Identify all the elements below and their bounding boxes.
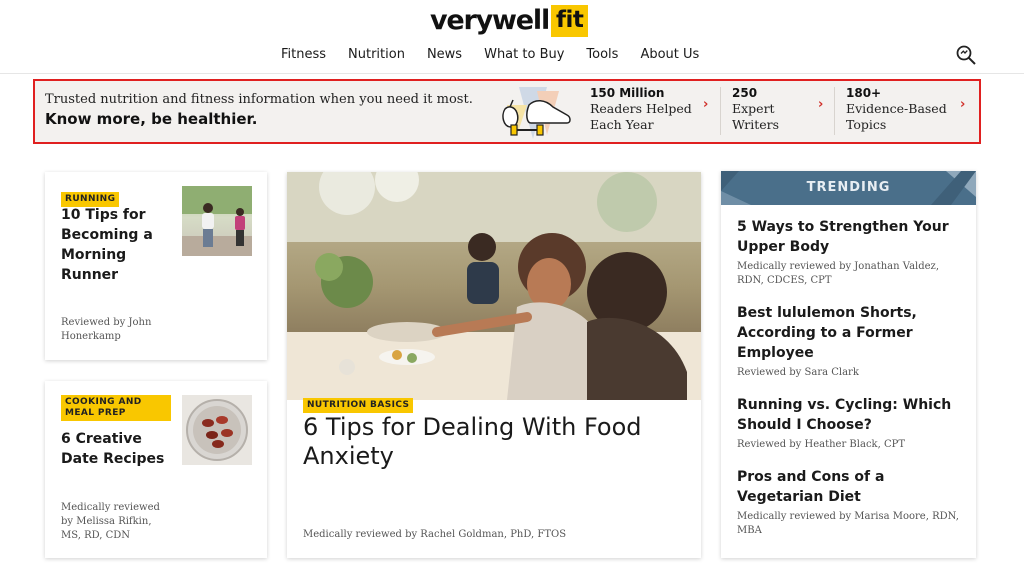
- runners-image-icon: [182, 186, 252, 256]
- stat-writers-line2: Writers: [732, 116, 780, 132]
- trending-header: TRENDING: [721, 171, 976, 205]
- meta-line: RDN, CDCES, CPT: [737, 275, 832, 286]
- chevron-right-icon[interactable]: ›: [960, 97, 965, 112]
- trending-item[interactable]: Running vs. Cycling: Which Should I Choo…: [737, 395, 967, 452]
- title-line: Running vs. Cycling: Which: [737, 397, 952, 413]
- trending-item-reviewer: Reviewed by Heather Black, CPT: [737, 438, 967, 452]
- trending-item-reviewer: Reviewed by Sara Clark: [737, 366, 967, 380]
- meta-line: Reviewed by Heather Black, CPT: [737, 439, 906, 450]
- title-line: Anxiety: [303, 442, 394, 470]
- trending-panel: TRENDING 5 Ways to Strengthen Your Upper…: [721, 171, 976, 558]
- stat-topics-number: 180+: [846, 86, 882, 100]
- title-line: Date Recipes: [61, 451, 165, 467]
- dates-image-icon: [186, 399, 248, 461]
- category-tag[interactable]: NUTRITION BASICS: [303, 398, 414, 413]
- banner-headline: Know more, be healthier.: [45, 110, 258, 128]
- title-line: Upper Body: [737, 239, 830, 255]
- site-logo[interactable]: verywell fit: [430, 4, 589, 38]
- trending-item[interactable]: Best lululemon Shorts, According to a Fo…: [737, 303, 967, 380]
- title-line: Runner: [61, 267, 119, 283]
- meta-line: Medically reviewed by Jonathan Valdez,: [737, 261, 939, 272]
- title-line: Best lululemon Shorts,: [737, 305, 917, 321]
- fitness-illustration-icon: [502, 87, 571, 139]
- article-thumbnail[interactable]: [182, 395, 252, 465]
- article-reviewer: Reviewed by John Honerkamp: [61, 316, 181, 344]
- banner-tagline: Trusted nutrition and fitness informatio…: [45, 92, 473, 107]
- stat-writers-line1: Expert: [732, 101, 775, 116]
- featured-article-title[interactable]: 6 Tips for Dealing With Food Anxiety: [303, 413, 683, 471]
- nav-item-news[interactable]: News: [416, 46, 473, 64]
- trending-item-reviewer: Medically reviewed by Marisa Moore, RDN,…: [737, 510, 967, 538]
- article-title[interactable]: 6 Creative Date Recipes: [61, 429, 176, 469]
- nav-item-tools[interactable]: Tools: [575, 46, 629, 64]
- stat-topics[interactable]: 180+ Evidence-Based Topics: [846, 86, 966, 136]
- meta-line: Reviewed by John: [61, 317, 152, 328]
- stat-readers-number: 150 Million: [590, 86, 665, 100]
- dinner-party-image-icon: [287, 172, 701, 400]
- meta-line: Medically reviewed by Marisa Moore, RDN,: [737, 511, 959, 522]
- featured-article-reviewer: Medically reviewed by Rachel Goldman, Ph…: [303, 529, 567, 540]
- featured-article-image[interactable]: [287, 172, 701, 400]
- title-line: 6 Creative: [61, 431, 142, 447]
- search-icon[interactable]: [955, 44, 977, 66]
- meta-line: MBA: [737, 525, 762, 536]
- meta-line: by Melissa Rifkin,: [61, 516, 152, 527]
- trending-item-reviewer: Medically reviewed by Jonathan Valdez, R…: [737, 260, 967, 288]
- site-header: verywell fit Fitness Nutrition News What…: [0, 0, 1024, 74]
- stat-divider: [834, 87, 835, 135]
- title-line: Should I Choose?: [737, 417, 872, 433]
- title-line: According to a Former: [737, 325, 913, 341]
- title-line: 6 Tips for Dealing With Food: [303, 413, 642, 441]
- meta-line: Reviewed by Sara Clark: [737, 367, 859, 378]
- stat-topics-line2: Topics: [846, 116, 887, 132]
- tag-line: COOKING AND: [65, 397, 142, 407]
- main-nav: Fitness Nutrition News What to Buy Tools…: [270, 46, 710, 64]
- meta-line: Honerkamp: [61, 331, 121, 342]
- trending-item[interactable]: 5 Ways to Strengthen Your Upper Body Med…: [737, 217, 967, 288]
- featured-article-card[interactable]: NUTRITION BASICS 6 Tips for Dealing With…: [287, 172, 701, 558]
- title-line: Morning: [61, 247, 127, 263]
- nav-item-nutrition[interactable]: Nutrition: [337, 46, 416, 64]
- trending-item-title: Best lululemon Shorts, According to a Fo…: [737, 303, 967, 363]
- stat-writers-number: 250: [732, 86, 758, 100]
- title-line: Becoming a: [61, 227, 153, 243]
- title-line: Vegetarian Diet: [737, 489, 861, 505]
- stat-readers-line1: Readers Helped: [590, 101, 692, 116]
- title-line: 5 Ways to Strengthen Your: [737, 219, 949, 235]
- title-line: Pros and Cons of a: [737, 469, 885, 485]
- meta-line: Medically reviewed: [61, 502, 160, 513]
- title-line: Employee: [737, 345, 814, 361]
- tag-line: MEAL PREP: [65, 408, 126, 418]
- category-tag[interactable]: COOKING AND MEAL PREP: [61, 395, 171, 421]
- nav-item-about-us[interactable]: About Us: [629, 46, 710, 64]
- stat-topics-line1: Evidence-Based: [846, 101, 947, 116]
- logo-fit-badge: fit: [551, 5, 589, 37]
- stat-readers[interactable]: 150 Million Readers Helped Each Year: [590, 86, 720, 136]
- nav-item-what-to-buy[interactable]: What to Buy: [473, 46, 575, 64]
- chevron-right-icon[interactable]: ›: [703, 97, 708, 112]
- stat-writers[interactable]: 250 Expert Writers: [732, 86, 832, 136]
- trending-item[interactable]: Pros and Cons of a Vegetarian Diet Medic…: [737, 467, 967, 538]
- logo-wordmark: verywell: [430, 5, 550, 36]
- article-thumbnail[interactable]: [182, 186, 252, 256]
- stat-readers-line2: Each Year: [590, 116, 654, 132]
- chevron-right-icon[interactable]: ›: [818, 97, 823, 112]
- article-reviewer: Medically reviewed by Melissa Rifkin, MS…: [61, 501, 191, 543]
- trending-label: TRENDING: [806, 180, 891, 195]
- article-card-morning-runner[interactable]: RUNNING 10 Tips for Becoming a Morning R…: [45, 172, 267, 360]
- trending-item-title: 5 Ways to Strengthen Your Upper Body: [737, 217, 967, 257]
- trending-item-title: Running vs. Cycling: Which Should I Choo…: [737, 395, 967, 435]
- article-title[interactable]: 10 Tips for Becoming a Morning Runner: [61, 205, 176, 285]
- stat-divider: [720, 87, 721, 135]
- title-line: 10 Tips for: [61, 207, 146, 223]
- nav-item-fitness[interactable]: Fitness: [270, 46, 337, 64]
- article-card-date-recipes[interactable]: COOKING AND MEAL PREP 6 Creative Date Re…: [45, 381, 267, 558]
- meta-line: MS, RD, CDN: [61, 530, 131, 541]
- trust-banner: Trusted nutrition and fitness informatio…: [33, 79, 981, 144]
- trending-item-title: Pros and Cons of a Vegetarian Diet: [737, 467, 967, 507]
